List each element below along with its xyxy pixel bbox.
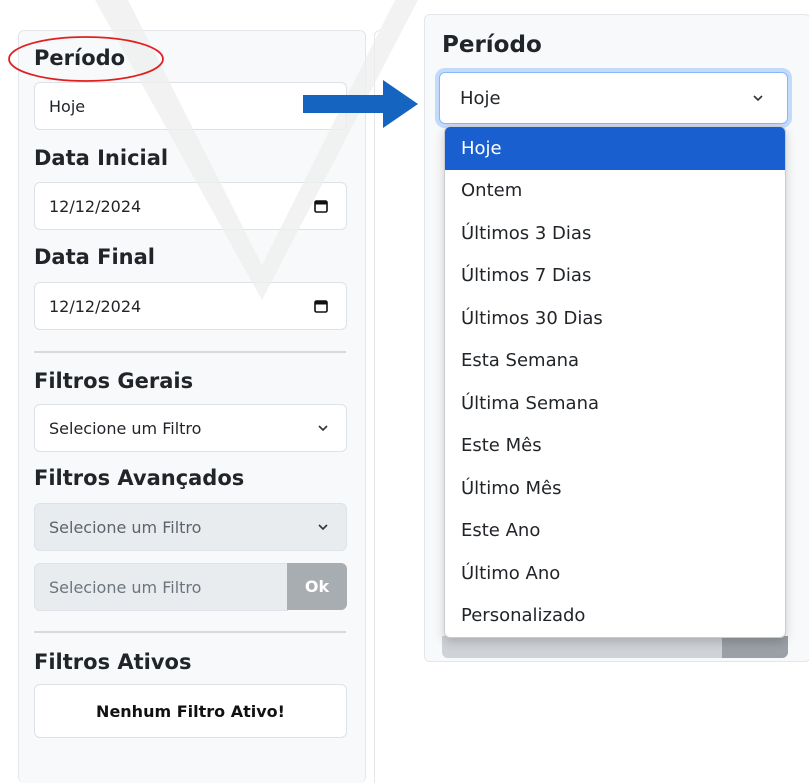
chevron-down-icon (318, 425, 328, 432)
filtros-avancados-label: Filtros Avançados (34, 466, 245, 490)
adjacent-panel-edge (374, 30, 381, 783)
chevron-down-icon (318, 524, 328, 531)
filtros-avancados-input[interactable]: Selecione um Filtro (34, 563, 288, 611)
data-inicial-input[interactable]: 12/12/2024 (34, 182, 347, 230)
option-este-ano[interactable]: Este Ano (445, 510, 785, 553)
section-divider (34, 351, 346, 353)
option-ultimos-30-dias[interactable]: Últimos 30 Dias (445, 297, 785, 340)
chevron-down-icon (753, 95, 763, 102)
option-este-mes[interactable]: Este Mês (445, 425, 785, 468)
data-final-label: Data Final (34, 245, 155, 269)
filtros-gerais-label: Filtros Gerais (34, 369, 194, 393)
zoom-periodo-select[interactable]: Hoje (439, 72, 788, 124)
option-ultimos-3-dias[interactable]: Últimos 3 Dias (445, 212, 785, 255)
arrow-right-icon (303, 80, 418, 128)
option-personalizado[interactable]: Personalizado (445, 595, 785, 638)
filtros-gerais-select[interactable]: Selecione um Filtro (34, 404, 347, 452)
filtros-ativos-empty: Nenhum Filtro Ativo! (34, 684, 347, 738)
option-ultima-semana[interactable]: Última Semana (445, 382, 785, 425)
option-ultimo-ano[interactable]: Último Ano (445, 552, 785, 595)
filtros-avancados-select[interactable]: Selecione um Filtro (34, 503, 347, 551)
periodo-dropdown-list: Hoje Ontem Últimos 3 Dias Últimos 7 Dias… (444, 126, 786, 638)
data-inicial-label: Data Inicial (34, 146, 169, 170)
option-ultimos-7-dias[interactable]: Últimos 7 Dias (445, 255, 785, 298)
zoom-bottom-button (722, 636, 788, 658)
periodo-select[interactable]: Hoje (34, 82, 347, 130)
filtros-ativos-label: Filtros Ativos (34, 650, 192, 674)
section-divider (34, 631, 346, 633)
option-hoje[interactable]: Hoje (445, 127, 785, 170)
periodo-value: Hoje (49, 96, 86, 116)
option-esta-semana[interactable]: Esta Semana (445, 340, 785, 383)
filtros-gerais-value: Selecione um Filtro (49, 418, 202, 438)
calendar-icon[interactable] (314, 199, 328, 213)
data-inicial-value: 12/12/2024 (49, 196, 142, 216)
data-final-value: 12/12/2024 (49, 296, 142, 316)
filtros-avancados-value: Selecione um Filtro (49, 517, 202, 537)
option-ultimo-mes[interactable]: Último Mês (445, 467, 785, 510)
option-ontem[interactable]: Ontem (445, 170, 785, 213)
calendar-icon[interactable] (314, 299, 328, 313)
ok-button[interactable]: Ok (287, 563, 347, 610)
data-final-input[interactable]: 12/12/2024 (34, 282, 347, 330)
zoom-periodo-label: Período (442, 32, 542, 58)
filtros-avancados-placeholder: Selecione um Filtro (49, 577, 202, 597)
zoom-periodo-value: Hoje (460, 87, 501, 109)
annotation-oval (8, 36, 164, 82)
